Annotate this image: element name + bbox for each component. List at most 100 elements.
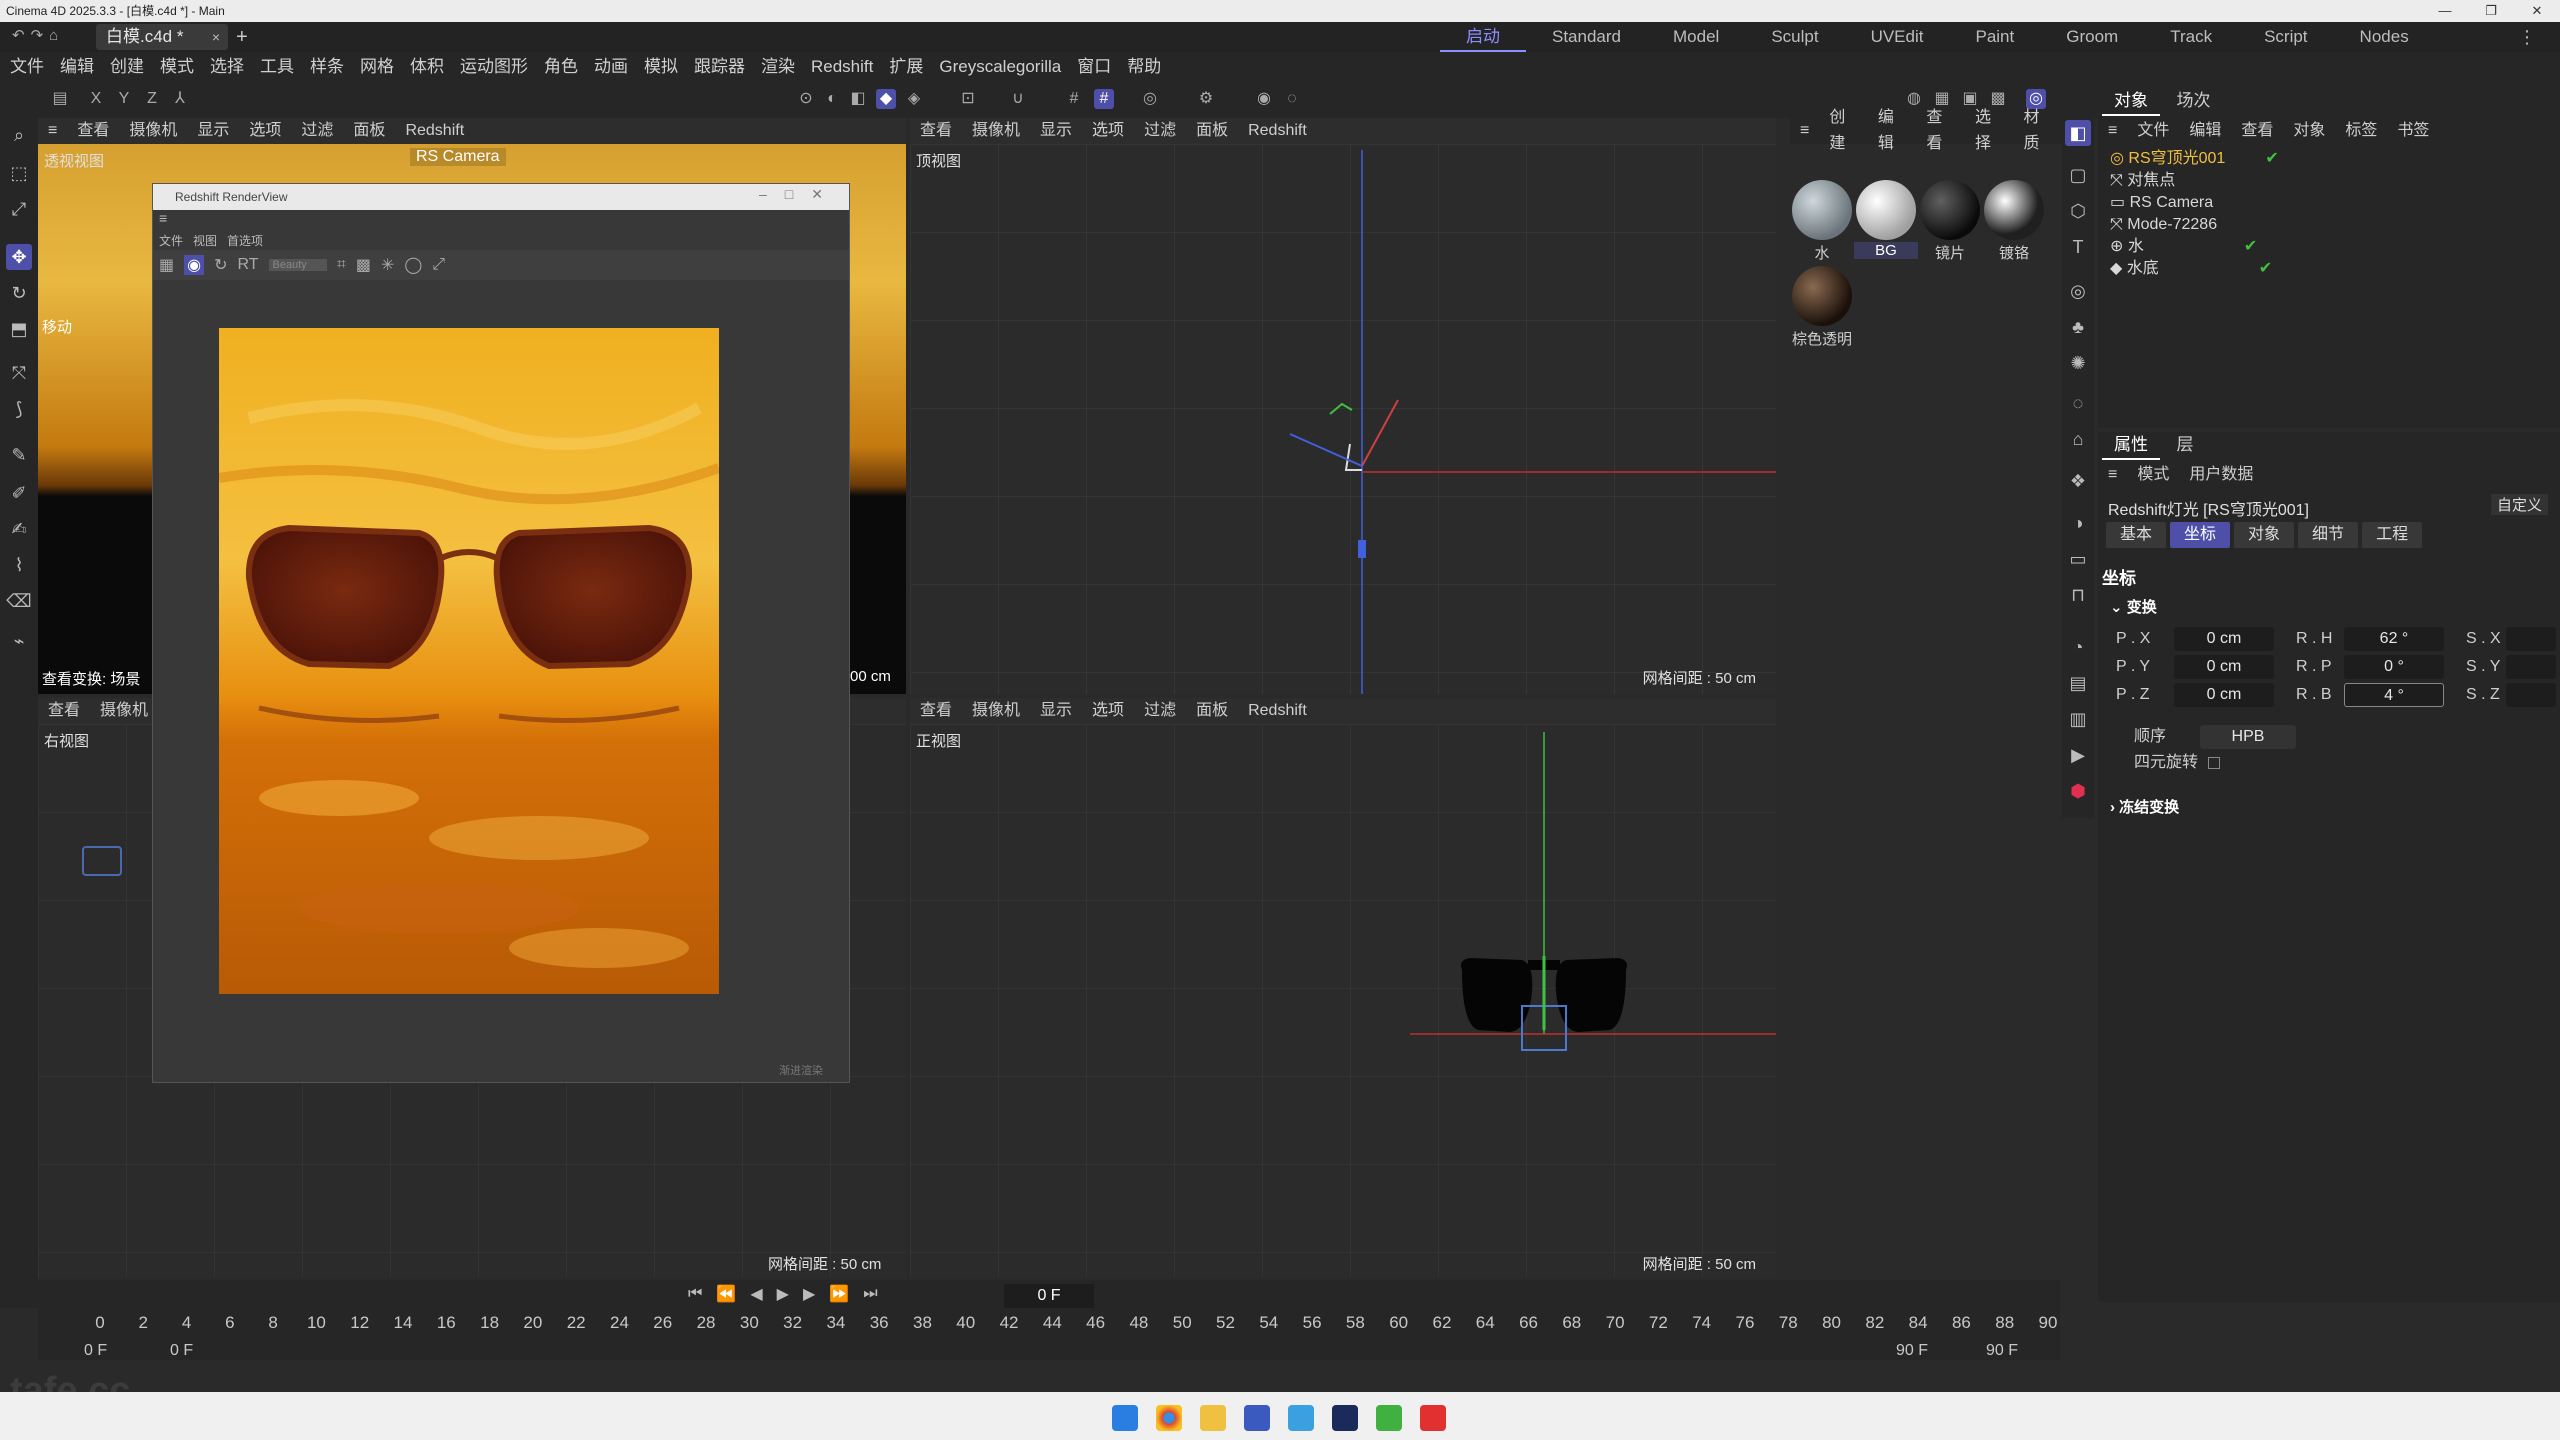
menu-animate[interactable]: 动画 (586, 52, 636, 82)
text-icon[interactable]: T (2065, 234, 2091, 260)
axis-x-toggle[interactable]: X (86, 89, 106, 109)
cube-icon[interactable]: ⬡ (2065, 198, 2091, 224)
mat-menu-material[interactable]: 材质 (2013, 105, 2062, 157)
measure-icon[interactable]: ⌁ (6, 628, 32, 654)
top-menu-camera[interactable]: 摄像机 (962, 118, 1030, 144)
render-queue-tool-icon[interactable]: ▥ (2065, 706, 2091, 732)
om-menu-icon[interactable]: ≡ (2098, 118, 2127, 144)
file-explorer-icon[interactable] (1200, 1405, 1226, 1431)
material-swatch-lens[interactable] (1920, 180, 1980, 240)
scene-icon[interactable]: ⌂ (2065, 426, 2091, 452)
material-swatch-water[interactable] (1792, 180, 1852, 240)
transform-tool-icon[interactable]: ⤧ (6, 360, 32, 386)
points-mode-icon[interactable]: ⊙ (796, 89, 816, 109)
brush-icon[interactable]: ⌇ (6, 552, 32, 578)
scale-tool-icon[interactable]: ⬒ (6, 316, 32, 342)
axis-y-toggle[interactable]: Y (114, 89, 134, 109)
viewport-menu-icon[interactable]: ≡ (38, 118, 67, 144)
render-view-icon[interactable]: ◉ (1254, 89, 1274, 109)
end-frame-field[interactable]: 90 F (1986, 1342, 2018, 1360)
om-menu-object[interactable]: 对象 (2283, 118, 2335, 144)
menu-redshift[interactable]: Redshift (803, 52, 881, 82)
search-icon[interactable]: ⌕ (6, 122, 32, 148)
top-menu-display[interactable]: 显示 (1030, 118, 1082, 144)
workplane-icon[interactable]: # (1094, 89, 1114, 109)
top-menu-panel[interactable]: 面板 (1186, 118, 1238, 144)
menu-file[interactable]: 文件 (2, 52, 52, 82)
menu-render[interactable]: 渲染 (753, 52, 803, 82)
mat-menu-create[interactable]: 创建 (1819, 105, 1868, 157)
top-menu-options[interactable]: 选项 (1082, 118, 1134, 144)
layout-track[interactable]: Track (2144, 22, 2238, 52)
input-sz[interactable] (2506, 683, 2556, 707)
layout-paint[interactable]: Paint (1949, 22, 2040, 52)
top-menu-redshift[interactable]: Redshift (1238, 118, 1317, 144)
input-px[interactable]: 0 cm (2174, 627, 2274, 651)
input-rp[interactable]: 0 ° (2344, 655, 2444, 679)
picture-viewer-icon[interactable]: ▤ (2065, 670, 2091, 696)
object-row-camera[interactable]: ▭ RS Camera (2110, 192, 2213, 214)
front-menu-panel[interactable]: 面板 (1186, 698, 1238, 724)
render-settings-tool-icon[interactable]: ◔ (2065, 634, 2091, 660)
menu-volume[interactable]: 体积 (402, 52, 452, 82)
menu-tools[interactable]: 工具 (252, 52, 302, 82)
menu-character[interactable]: 角色 (536, 52, 586, 82)
subtab-object[interactable]: 对象 (2234, 522, 2295, 548)
persp-menu-display[interactable]: 显示 (187, 118, 239, 144)
effector-icon[interactable]: ✺ (2065, 350, 2091, 376)
om-menu-tags[interactable]: 标签 (2335, 118, 2387, 144)
field-icon[interactable]: ❖ (2065, 468, 2091, 494)
input-rh[interactable]: 62 ° (2344, 627, 2444, 651)
snapshot-icon[interactable]: ✳ (381, 255, 394, 275)
grid-icon[interactable]: ▩ (356, 255, 371, 275)
aov-select[interactable]: Beauty (268, 259, 327, 271)
environment-icon[interactable]: ◑ (2065, 510, 2091, 536)
top-menu-filter[interactable]: 过滤 (1134, 118, 1186, 144)
freeze-group-toggle[interactable]: › 冻结变换 (2110, 796, 2179, 817)
top-viewport[interactable]: 顶视图 网格间距 : 50 cm (910, 144, 1776, 694)
front-menu-display[interactable]: 显示 (1030, 698, 1082, 724)
menu-window[interactable]: 窗口 (1069, 52, 1119, 82)
input-rb[interactable]: 4 ° (2344, 683, 2444, 707)
more-menu-icon[interactable]: ⋮ (2518, 22, 2536, 52)
rt-toggle[interactable]: RT (238, 256, 259, 274)
cinema4d-icon[interactable] (1332, 1405, 1358, 1431)
object-row-model[interactable]: ⤧ Mode-72286 (2110, 214, 2217, 236)
menu-extensions[interactable]: 扩展 (881, 52, 931, 82)
material-swatch-brown[interactable] (1792, 266, 1852, 326)
attr-menu-mode[interactable]: 模式 (2127, 462, 2179, 488)
cloner-icon[interactable]: ♣ (2065, 314, 2091, 340)
tab-objects[interactable]: 对象 (2102, 88, 2160, 116)
layout-sculpt[interactable]: Sculpt (1745, 22, 1844, 52)
material-menu-icon[interactable]: ≡ (1790, 118, 1819, 144)
model-mode-icon[interactable]: ◆ (876, 89, 896, 109)
order-dropdown[interactable]: HPB (2200, 725, 2296, 749)
input-sy[interactable] (2506, 655, 2556, 679)
active-camera-label[interactable]: RS Camera (410, 148, 506, 166)
om-menu-file[interactable]: 文件 (2127, 118, 2179, 144)
material-swatch-bg[interactable] (1856, 180, 1916, 240)
plane-icon[interactable]: ▢ (2065, 162, 2091, 188)
menu-select[interactable]: 选择 (202, 52, 252, 82)
persp-menu-filter[interactable]: 过滤 (291, 118, 343, 144)
menu-help[interactable]: 帮助 (1119, 52, 1169, 82)
start-frame-field[interactable]: 0 F (84, 1342, 107, 1360)
layout-nodes[interactable]: Nodes (2334, 22, 2435, 52)
menu-greyscalegorilla[interactable]: Greyscalegorilla (931, 52, 1069, 82)
front-menu-options[interactable]: 选项 (1082, 698, 1134, 724)
preview-end-field[interactable]: 90 F (1896, 1342, 1928, 1360)
front-menu-filter[interactable]: 过滤 (1134, 698, 1186, 724)
move-tool-icon[interactable]: ✥ (6, 244, 32, 270)
renderview-menu-prefs[interactable]: 首选项 (227, 232, 263, 249)
fit-icon[interactable]: ⤢ (432, 256, 445, 274)
render-region-icon[interactable]: ◎ (1140, 89, 1160, 109)
front-menu-redshift[interactable]: Redshift (1238, 698, 1317, 724)
menu-mesh[interactable]: 网格 (352, 52, 402, 82)
layout-model[interactable]: Model (1647, 22, 1745, 52)
render-settings-icon[interactable]: ⚙ (1196, 89, 1216, 109)
renderview-menu-file[interactable]: 文件 (159, 232, 183, 249)
sketch-tool-icon[interactable]: ✐ (6, 480, 32, 506)
mat-menu-select[interactable]: 选择 (1965, 105, 2014, 157)
texture-mode-icon[interactable]: ◈ (904, 89, 924, 109)
menu-create[interactable]: 创建 (102, 52, 152, 82)
